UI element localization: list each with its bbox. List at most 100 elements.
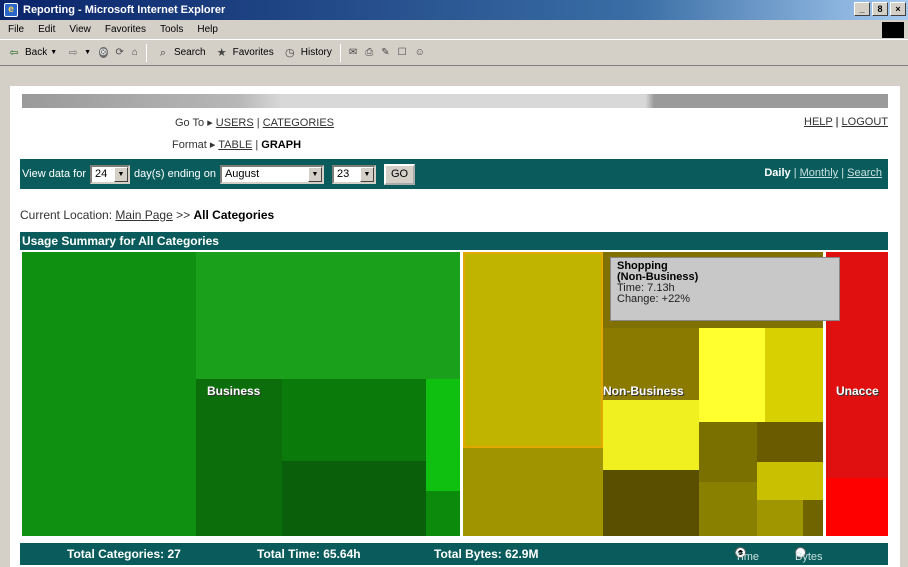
period-links: Daily | Monthly | Search bbox=[764, 167, 882, 179]
days-value: 24 bbox=[95, 168, 108, 180]
time-radio[interactable]: Time bbox=[735, 547, 759, 563]
treemap-cell[interactable] bbox=[282, 461, 426, 536]
menu-edit[interactable]: Edit bbox=[38, 24, 55, 35]
scrollbar[interactable] bbox=[900, 86, 908, 567]
window-controls: _ 8 × bbox=[854, 2, 906, 16]
chevron-down-icon: ▼ bbox=[114, 166, 129, 182]
categories-link[interactable]: CATEGORIES bbox=[263, 117, 334, 129]
menu-favorites[interactable]: Favorites bbox=[105, 24, 146, 35]
print-icon[interactable]: ⎙ bbox=[365, 47, 373, 58]
view-label: View data for bbox=[22, 168, 87, 180]
history-label: History bbox=[300, 47, 332, 58]
treemap-cell[interactable] bbox=[22, 252, 196, 536]
date-select[interactable]: 23 ▼ bbox=[331, 164, 376, 184]
stop-icon[interactable]: ⊗ bbox=[99, 47, 108, 58]
days-select[interactable]: 24 ▼ bbox=[90, 164, 131, 184]
nonbusiness-label: Non-Business bbox=[603, 384, 684, 398]
date-value: 23 bbox=[336, 168, 350, 180]
close-button[interactable]: × bbox=[890, 2, 906, 16]
treemap-cell[interactable] bbox=[426, 491, 460, 536]
total-categories: Total Categories: 27 bbox=[67, 547, 181, 561]
messenger-icon[interactable]: ☺ bbox=[415, 47, 425, 58]
time-radio-label: Time bbox=[735, 551, 760, 563]
treemap-cell[interactable] bbox=[463, 252, 603, 448]
treemap-cell[interactable] bbox=[757, 462, 823, 500]
daily-current: Daily bbox=[764, 167, 791, 179]
discuss-icon[interactable]: ☐ bbox=[398, 47, 407, 58]
view-data-bar: View data for 24 ▼ day(s) ending on Augu… bbox=[20, 159, 888, 189]
treemap-cell[interactable] bbox=[699, 422, 757, 482]
monthly-link[interactable]: Monthly bbox=[800, 167, 839, 179]
help-link[interactable]: HELP bbox=[804, 116, 833, 128]
treemap-cell[interactable] bbox=[757, 500, 803, 536]
goto-label: Go To ▸ bbox=[175, 117, 213, 129]
history-icon: ◷ bbox=[284, 46, 295, 59]
breadcrumb-separator: >> bbox=[176, 208, 191, 222]
toolbar-separator bbox=[145, 43, 147, 62]
history-button[interactable]: ◷ History bbox=[282, 45, 332, 61]
refresh-icon[interactable]: ⟳ bbox=[116, 47, 124, 58]
table-link[interactable]: TABLE bbox=[218, 139, 252, 151]
header-banner bbox=[22, 94, 888, 108]
mail-icon[interactable]: ✉ bbox=[349, 47, 357, 58]
chevron-down-icon: ▼ bbox=[84, 49, 92, 56]
treemap-cell[interactable] bbox=[426, 379, 460, 491]
favorites-button[interactable]: ★ Favorites bbox=[214, 45, 274, 61]
treemap-cell[interactable] bbox=[603, 470, 699, 536]
treemap-cell[interactable] bbox=[282, 379, 426, 461]
menu-help[interactable]: Help bbox=[197, 24, 218, 35]
breadcrumb: Current Location: Main Page >> All Categ… bbox=[20, 208, 274, 222]
chevron-down-icon: ▼ bbox=[50, 49, 58, 56]
main-page-link[interactable]: Main Page bbox=[115, 208, 172, 222]
forward-arrow-icon: ⇨ bbox=[68, 46, 78, 59]
search-button[interactable]: ⌕ Search bbox=[155, 45, 206, 61]
month-select[interactable]: August ▼ bbox=[219, 164, 324, 184]
browser-toolbar: ⇦ Back ▼ ⇨ ▼ ⊗ ⟳ ⌂ ⌕ Search ★ Favorites … bbox=[0, 40, 908, 66]
search-label: Search bbox=[173, 47, 206, 58]
unacceptable-label: Unacce bbox=[836, 384, 879, 398]
minimize-button[interactable]: _ bbox=[854, 2, 870, 16]
treemap-cell[interactable] bbox=[757, 422, 823, 462]
chevron-down-icon: ▼ bbox=[307, 166, 322, 182]
forward-button[interactable]: ⇨ ▼ bbox=[65, 45, 92, 61]
treemap-cell[interactable] bbox=[826, 478, 888, 536]
back-arrow-icon: ⇦ bbox=[9, 46, 19, 59]
menu-view[interactable]: View bbox=[69, 24, 91, 35]
format-nav: Format ▸ TABLE | GRAPH bbox=[172, 139, 302, 151]
back-button[interactable]: ⇦ Back ▼ bbox=[6, 45, 57, 61]
treemap-cell[interactable] bbox=[196, 252, 460, 379]
ie-icon: e bbox=[4, 3, 18, 17]
toolbar-separator bbox=[339, 43, 341, 62]
menu-file[interactable]: File bbox=[8, 24, 24, 35]
window-title: Reporting - Microsoft Internet Explorer bbox=[23, 4, 226, 16]
category-treemap[interactable]: Business Non-Business Unacce Shopping (N… bbox=[22, 252, 888, 536]
treemap-tooltip: Shopping (Non-Business) Time: 7.13h Chan… bbox=[610, 257, 840, 321]
total-bytes: Total Bytes: 62.9M bbox=[434, 547, 539, 561]
graph-current: GRAPH bbox=[261, 139, 302, 151]
search-icon: ⌕ bbox=[159, 46, 167, 59]
favorites-label: Favorites bbox=[232, 47, 274, 58]
treemap-cell[interactable] bbox=[699, 328, 765, 422]
treemap-cell[interactable] bbox=[765, 328, 823, 422]
menu-tools[interactable]: Tools bbox=[160, 24, 183, 35]
maximize-button[interactable]: 8 bbox=[872, 2, 888, 16]
location-label: Current Location: bbox=[20, 208, 113, 222]
treemap-cell[interactable] bbox=[196, 379, 282, 536]
month-value: August bbox=[224, 168, 260, 180]
treemap-cell[interactable] bbox=[463, 448, 603, 536]
window-titlebar: e Reporting - Microsoft Internet Explore… bbox=[0, 0, 908, 20]
go-button[interactable]: GO bbox=[383, 163, 416, 185]
users-link[interactable]: USERS bbox=[216, 117, 254, 129]
treemap-cell[interactable] bbox=[803, 500, 823, 536]
chevron-down-icon: ▼ bbox=[359, 166, 374, 182]
home-icon[interactable]: ⌂ bbox=[132, 47, 138, 58]
total-time: Total Time: 65.64h bbox=[257, 547, 361, 561]
treemap-cell[interactable] bbox=[603, 400, 699, 470]
logout-link[interactable]: LOGOUT bbox=[842, 116, 888, 128]
search-link[interactable]: Search bbox=[847, 167, 882, 179]
edit-icon[interactable]: ✎ bbox=[381, 47, 389, 58]
bytes-radio[interactable]: Bytes bbox=[795, 547, 823, 563]
treemap-cell[interactable] bbox=[699, 482, 757, 536]
format-label: Format ▸ bbox=[172, 139, 216, 151]
page-content: Go To ▸ USERS | CATEGORIES Format ▸ TABL… bbox=[10, 86, 900, 567]
